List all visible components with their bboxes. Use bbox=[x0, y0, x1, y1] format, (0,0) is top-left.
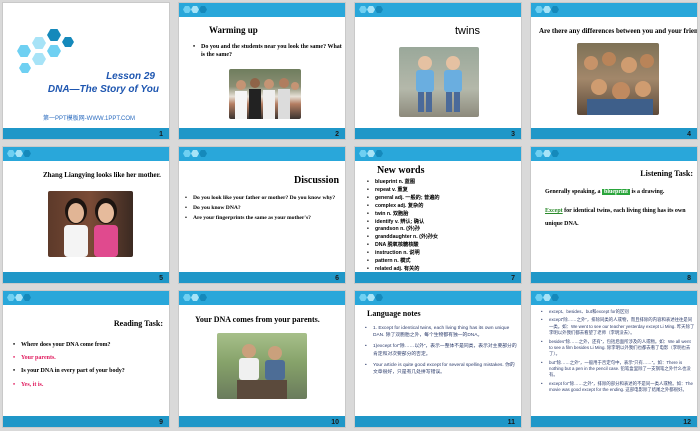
slide-heading: Language notes bbox=[367, 309, 421, 318]
slide-number: 5 bbox=[159, 275, 163, 282]
slide-footer-bar bbox=[179, 416, 345, 427]
slide-heading: Listening Task: bbox=[640, 169, 693, 178]
lesson-title: DNA—The Story of You bbox=[47, 84, 159, 95]
slide-number: 3 bbox=[511, 131, 515, 138]
vocab-item: blueprint n. 蓝图 bbox=[367, 179, 517, 187]
usage-note-4: but“除……之外”，一般用于否定句中，表示“只有……”。如：There is … bbox=[541, 360, 695, 379]
vocab-item: repeat v. 重复 bbox=[367, 187, 517, 195]
slide-footer-bar bbox=[179, 128, 345, 139]
hexagon-decoration bbox=[7, 23, 77, 83]
answer-blueprint: blueprint bbox=[602, 189, 631, 195]
students-photo bbox=[229, 69, 301, 119]
slide-thumbnail-2[interactable]: Warming up Do you and the students near … bbox=[178, 2, 346, 140]
slide-thumbnail-8[interactable]: Listening Task: Generally speaking, a bl… bbox=[530, 146, 698, 284]
slide-footer-bar bbox=[531, 272, 697, 283]
slide-heading: twins bbox=[455, 25, 481, 37]
footer-watermark: 第一PPT模板网-WWW.1PPT.COM bbox=[43, 116, 135, 122]
slide-number: 8 bbox=[687, 275, 691, 282]
usage-note-2: except“除……之外”，排除同类的人或物，而且排除的内容和表述往往是同一类。… bbox=[541, 317, 695, 336]
slide-thumbnail-1[interactable]: Lesson 29 DNA—The Story of You 第一PPT模板网-… bbox=[2, 2, 170, 140]
slide-heading: Your DNA comes from your parents. bbox=[195, 315, 320, 324]
reading-question-1: Where does your DNA come from? bbox=[13, 339, 169, 352]
hexagon-header bbox=[531, 3, 697, 17]
vocab-item: instruction n. 说明 bbox=[367, 250, 517, 258]
hexagon-header bbox=[179, 3, 345, 17]
slide-thumbnail-4[interactable]: Are there any differences between you an… bbox=[530, 2, 698, 140]
language-note-1: 1. Except for identical twins, each livi… bbox=[365, 325, 517, 339]
reading-question-2: Is your DNA in every part of your body? bbox=[13, 365, 169, 378]
answer-except: Except bbox=[545, 208, 563, 214]
hexagon-header bbox=[355, 3, 521, 17]
slide-bullet: Do you and the students near you look th… bbox=[193, 43, 343, 59]
slide-thumbnail-grid: Lesson 29 DNA—The Story of You 第一PPT模板网-… bbox=[2, 2, 698, 429]
slide-thumbnail-10[interactable]: Your DNA comes from your parents. 10 bbox=[178, 290, 346, 428]
hexagon-header bbox=[3, 291, 169, 305]
slide-footer-bar bbox=[3, 416, 169, 427]
vocab-item: general adj. 一般的; 普遍的 bbox=[367, 195, 517, 203]
slide-heading: Discussion bbox=[293, 175, 339, 186]
slide-footer-bar bbox=[3, 128, 169, 139]
slide-thumbnail-5[interactable]: Zhang Liangying looks like her mother. 5 bbox=[2, 146, 170, 284]
slide-number: 4 bbox=[687, 131, 691, 138]
slide-heading: Zhang Liangying looks like her mother. bbox=[43, 171, 161, 179]
hexagon-header bbox=[355, 291, 521, 305]
mother-daughter-photo bbox=[48, 191, 133, 257]
language-note-3: Your article is quite good except for se… bbox=[365, 362, 517, 376]
hexagon-header bbox=[3, 147, 169, 161]
vocab-item: DNA 脱氧核糖核酸 bbox=[367, 242, 517, 250]
slide-thumbnail-7[interactable]: New words blueprint n. 蓝图 repeat v. 重复 g… bbox=[354, 146, 522, 284]
discussion-question-1: Do you look like your father or mother? … bbox=[185, 193, 345, 203]
slide-footer-bar bbox=[179, 272, 345, 283]
twins-photo bbox=[399, 47, 479, 117]
hexagon-header bbox=[531, 291, 697, 305]
hexagon-header bbox=[531, 147, 697, 161]
slide-number: 11 bbox=[507, 419, 515, 426]
discussion-question-2: Do you know DNA? bbox=[185, 203, 345, 213]
slide-footer-bar bbox=[355, 128, 521, 139]
slide-thumbnail-9[interactable]: Reading Task: Where does your DNA come f… bbox=[2, 290, 170, 428]
father-son-photo bbox=[217, 333, 307, 399]
slide-heading: Reading Task: bbox=[113, 319, 163, 328]
vocab-item: complex adj. 复杂的 bbox=[367, 203, 517, 211]
slide-heading: New words bbox=[377, 165, 425, 176]
discussion-question-3: Are your fingerprints the same as your m… bbox=[185, 213, 345, 223]
slide-footer-bar bbox=[531, 416, 697, 427]
vocab-item: pattern n. 模式 bbox=[367, 258, 517, 266]
slide-thumbnail-12[interactable]: except、besides、but和except for的区别 except“… bbox=[530, 290, 698, 428]
slide-footer-bar bbox=[355, 272, 521, 283]
slide-number: 9 bbox=[159, 419, 163, 426]
slide-number: 2 bbox=[335, 131, 339, 138]
slide-thumbnail-6[interactable]: Discussion Do you look like your father … bbox=[178, 146, 346, 284]
slide-footer-bar bbox=[355, 416, 521, 427]
vocab-item: twin n. 双胞胎 bbox=[367, 211, 517, 219]
slide-heading: Are there any differences between you an… bbox=[539, 27, 698, 35]
listening-line-1-end: is a drawing. bbox=[630, 189, 665, 195]
hexagon-header bbox=[179, 291, 345, 305]
language-note-2: 1)except for“除……以外”，表示一整体不是同类，表示对主要部分的肯定… bbox=[365, 343, 517, 357]
slide-number: 7 bbox=[511, 275, 515, 282]
slide-thumbnail-11[interactable]: Language notes 1. Except for identical t… bbox=[354, 290, 522, 428]
slide-footer-bar bbox=[3, 272, 169, 283]
slide-heading: Warming up bbox=[209, 25, 258, 35]
usage-note-5: except for“除……之外”，排除的部分和表述的不是同一类人或物。如：Th… bbox=[541, 381, 695, 394]
listening-line-2: for identical twins, each living thing h… bbox=[545, 208, 686, 227]
slide-number: 1 bbox=[159, 131, 163, 138]
slide-number: 10 bbox=[331, 419, 339, 426]
slide-thumbnail-3[interactable]: twins 3 bbox=[354, 2, 522, 140]
slide-footer-bar bbox=[531, 128, 697, 139]
usage-note-3: besides“除……之外，还有”，包括后面所涉及的人或物。如：We all w… bbox=[541, 339, 695, 358]
reading-answer-1: Your parents. bbox=[13, 352, 169, 365]
listening-line-1-start: Generally speaking, a bbox=[545, 189, 603, 195]
lesson-number: Lesson 29 bbox=[106, 71, 155, 82]
hexagon-header bbox=[355, 147, 521, 161]
children-photo bbox=[577, 43, 659, 115]
usage-note-1: except、besides、but和except for的区别 bbox=[541, 309, 695, 316]
slide-number: 12 bbox=[683, 419, 691, 426]
slide-number: 6 bbox=[335, 275, 339, 282]
hexagon-header bbox=[179, 147, 345, 161]
reading-answer-2: Yes, it is. bbox=[13, 379, 169, 392]
